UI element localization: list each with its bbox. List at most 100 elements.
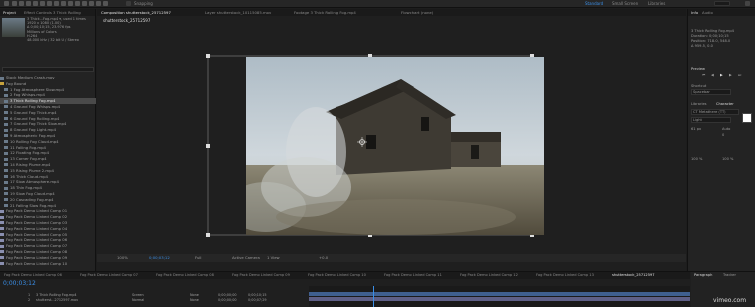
layer-bar[interactable] [309, 292, 690, 296]
shortcut-dropdown[interactable]: Spacebar [691, 89, 731, 95]
project-list-item[interactable]: Fog Pack Demo Linked Comp 10 [0, 261, 96, 267]
vertical-scale-value[interactable]: 100 % [691, 157, 702, 161]
footage-icon [4, 186, 8, 190]
project-item-label: Fog Pack Demo Linked Comp 07 [6, 243, 68, 249]
roto-tool-icon[interactable] [96, 1, 101, 6]
character-label[interactable]: Character [716, 102, 734, 106]
timeline-tab[interactable]: Fog Pack Demo Linked Comp 06 [4, 273, 62, 277]
tab-audio[interactable]: Audio [702, 10, 713, 15]
pan-tool-icon[interactable] [47, 1, 52, 6]
footage-icon [4, 128, 8, 132]
search-icon[interactable] [745, 1, 750, 6]
timeline-timecode[interactable]: 0;00;03;12 [3, 280, 36, 287]
home-icon[interactable] [4, 1, 9, 6]
timeline-tab[interactable]: Fog Pack Demo Linked Comp 09 [232, 273, 290, 277]
project-item-label: Fog Pack Demo Linked Comp 10 [6, 260, 68, 266]
tab-info[interactable]: Info [691, 10, 698, 15]
puppet-tool-icon[interactable] [103, 1, 108, 6]
footage-icon [4, 198, 8, 202]
thumbnail-info: 3 Thick...Fog.mp4 ▾, used 1 times 1920 x… [27, 17, 93, 42]
layer-num: 2 [28, 298, 31, 302]
playhead[interactable] [373, 286, 374, 307]
selection-tool-icon[interactable] [12, 1, 17, 6]
font-style-dropdown[interactable]: Light [691, 117, 731, 123]
tracking-value[interactable]: 0 [722, 133, 724, 137]
project-item-label: 9 Atmospheric Fog.mp4 [10, 132, 56, 138]
project-item-label: Fog Bound [6, 80, 27, 86]
footage-icon [4, 163, 8, 167]
layer-name[interactable]: shutterst...2712597.mov [36, 298, 78, 303]
timeline-tab[interactable]: Fog Pack Demo Linked Comp 07 [80, 273, 138, 277]
zoom-dropdown[interactable]: 100% [117, 255, 128, 260]
snapping-checkbox[interactable] [126, 1, 131, 6]
hand-tool-icon[interactable] [19, 1, 24, 6]
font-size-value[interactable]: 61 px [691, 127, 701, 131]
timeline-tracks[interactable] [309, 286, 690, 307]
rotate-tool-icon[interactable] [33, 1, 38, 6]
timeline-tab[interactable]: Fog Pack Demo Linked Comp 08 [156, 273, 214, 277]
first-frame-icon[interactable]: ⏮ [702, 73, 705, 77]
prev-frame-icon[interactable]: ◀ [711, 73, 714, 77]
project-file-list: Stock Medium Crash.mov Fog Bound 1 Fog Atm… [0, 75, 96, 266]
tab-paragraph[interactable]: Paragraph [694, 273, 712, 277]
project-item-label: Fog Pack Demo Linked Comp 06 [6, 237, 68, 243]
workspace-small-screen[interactable]: Small Screen [612, 1, 638, 6]
eraser-tool-icon[interactable] [89, 1, 94, 6]
play-icon[interactable]: ▶ [720, 73, 723, 77]
zoom-tool-icon[interactable] [26, 1, 31, 6]
footage-icon [4, 192, 8, 196]
timeline-panel: Fog Pack Demo Linked Comp 06 Fog Pack Dem… [0, 271, 755, 307]
search-help-box[interactable] [714, 1, 730, 6]
project-item-label: Fog Pack Demo Linked Comp 05 [6, 231, 68, 237]
project-panel: Project Effect Controls 3 Thick Rolling … [0, 9, 96, 271]
clone-tool-icon[interactable] [82, 1, 87, 6]
workspace-libraries[interactable]: Libraries [648, 1, 665, 6]
tab-project[interactable]: Project [3, 10, 16, 15]
camera-tool-icon[interactable] [40, 1, 45, 6]
project-item-label: Fog Pack Demo Linked Comp 02 [6, 214, 68, 220]
project-search-input[interactable] [2, 67, 94, 72]
timeline-tab[interactable]: shutterstock_25712597 [612, 273, 655, 277]
project-item-label: 11 Falling Fog.mp4 [10, 144, 46, 150]
exposure-value[interactable]: +0.0 [319, 255, 328, 260]
footage-icon [0, 76, 4, 80]
handle-top-left [206, 54, 210, 58]
timeline-tab[interactable]: Fog Pack Demo Linked Comp 12 [460, 273, 518, 277]
project-item-label: Fog Pack Demo Linked Comp 09 [6, 254, 68, 260]
views-dropdown[interactable]: 1 View [267, 255, 280, 260]
workspace-standard[interactable]: Standard [585, 1, 603, 6]
project-item-label: 1 Fog Atmosphere Slow.mp4 [10, 86, 65, 92]
composition-icon [0, 227, 4, 231]
libraries-label[interactable]: Libraries [691, 102, 707, 106]
leading-value[interactable]: Auto [722, 127, 730, 131]
right-panel: Info Audio 3 Thick Rolling Fog.mp4 Durat… [687, 9, 755, 271]
timeline-tab[interactable]: Fog Pack Demo Linked Comp 13 [536, 273, 594, 277]
camera-dropdown[interactable]: Active Camera [232, 255, 260, 260]
layer-bar[interactable] [309, 297, 690, 301]
footage-icon [4, 169, 8, 173]
timeline-layers: 13 Thick Rolling Fog.mp4 Screen None 0;00;0… [0, 293, 308, 303]
composition-frame-image[interactable] [246, 57, 544, 235]
resolution-dropdown[interactable]: Full [195, 255, 202, 260]
last-frame-icon[interactable]: ⏭ [738, 73, 741, 77]
fill-color-swatch[interactable] [742, 113, 752, 123]
timeline-tab[interactable]: Fog Pack Demo Linked Comp 10 [308, 273, 366, 277]
info-line: Position: 718.0, 548.0 [691, 39, 731, 43]
viewer-timecode[interactable]: 0;00;03;12 [149, 255, 170, 260]
snapping-label: Snapping [134, 1, 153, 6]
pen-tool-icon[interactable] [61, 1, 66, 6]
footage-icon [4, 99, 8, 103]
font-family-dropdown[interactable]: CT Metathere (TT) [691, 109, 739, 115]
type-tool-icon[interactable] [68, 1, 73, 6]
brush-tool-icon[interactable] [75, 1, 80, 6]
project-item-label: 17 Slow Atmosphere.mp4 [10, 179, 59, 185]
anchor-point-icon[interactable] [357, 137, 367, 147]
next-frame-icon[interactable]: ▶ [729, 73, 732, 77]
timeline-layer-row[interactable]: 2 shutterst...2712597.mov Normal None 0;00;0… [0, 298, 308, 303]
timeline-tab[interactable]: Fog Pack Demo Linked Comp 11 [384, 273, 442, 277]
info-line: Duration: 0;00;10;15 [691, 34, 729, 38]
tab-tracker[interactable]: Tracker [723, 273, 736, 277]
horizontal-scale-value[interactable]: 100 % [722, 157, 733, 161]
mask-tool-icon[interactable] [54, 1, 59, 6]
tab-effect-controls[interactable]: Effect Controls 3 Thick Rolling [24, 10, 81, 15]
